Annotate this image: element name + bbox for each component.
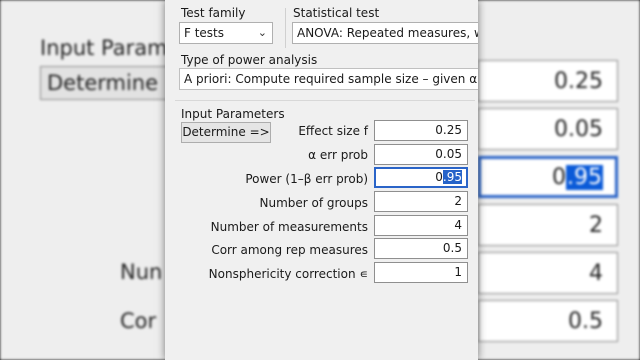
test-family-value: F tests	[184, 26, 225, 40]
effect-size-label: Effect size f	[298, 124, 368, 138]
effect-size-field[interactable]: 0.25	[374, 120, 468, 141]
chevron-down-icon: ⌄	[257, 26, 267, 39]
background-value: 0.95	[552, 165, 603, 190]
background-label-corr: Cor	[120, 309, 157, 333]
background-value: 2	[589, 213, 603, 238]
statistical-test-label: Statistical test	[293, 6, 380, 20]
background-value: 0.25	[554, 69, 603, 94]
analysis-type-value: A priori: Compute required sample size –…	[184, 72, 478, 86]
test-family-label: Test family	[181, 6, 246, 20]
nonsphericity-label: Nonsphericity correction ∊	[208, 267, 368, 281]
power-label: Power (1–β err prob)	[245, 172, 368, 186]
background-label-number: Nun	[120, 260, 163, 284]
background-field-power: 0.95	[478, 156, 618, 198]
background-determine-label: Determine	[47, 71, 159, 95]
gpower-dialog: Test family F tests ⌄ Statistical test A…	[165, 0, 478, 360]
divider	[175, 100, 475, 101]
nonsphericity-field[interactable]: 1	[374, 262, 468, 283]
number-of-measurements-label: Number of measurements	[210, 220, 368, 234]
corr-rep-measures-label: Corr among rep measures	[211, 243, 368, 257]
corr-rep-measures-field[interactable]: 0.5	[374, 238, 468, 259]
background-heading: Input Param	[40, 36, 168, 60]
analysis-type-label: Type of power analysis	[181, 53, 318, 67]
background-field-effect: 0.25	[478, 60, 618, 102]
statistical-test-select[interactable]: ANOVA: Repeated measures, wi	[292, 22, 478, 44]
statistical-test-value: ANOVA: Repeated measures, wi	[297, 26, 478, 40]
number-of-groups-label: Number of groups	[259, 196, 368, 210]
background-field-measurements: 4	[478, 252, 618, 294]
background-field-alpha: 0.05	[478, 108, 618, 150]
number-of-measurements-field[interactable]: 4	[374, 215, 468, 236]
background-determine-box: Determine	[40, 66, 180, 100]
input-parameters-label: Input Parameters	[181, 107, 285, 121]
analysis-type-select[interactable]: A priori: Compute required sample size –…	[179, 68, 478, 90]
divider	[285, 8, 286, 48]
background-value: 4	[589, 261, 603, 286]
number-of-groups-field[interactable]: 2	[374, 191, 468, 212]
background-value: 0.5	[568, 309, 603, 334]
background-field-groups: 2	[478, 204, 618, 246]
selected-text: .95	[442, 170, 462, 184]
alpha-err-field[interactable]: 0.05	[374, 144, 468, 165]
test-family-select[interactable]: F tests ⌄	[179, 22, 273, 44]
background-field-corr: 0.5	[478, 300, 618, 342]
alpha-err-label: α err prob	[308, 148, 368, 162]
background-value: 0.05	[554, 117, 603, 142]
power-field[interactable]: 0.95	[374, 167, 468, 188]
determine-button[interactable]: Determine =>	[181, 122, 271, 143]
